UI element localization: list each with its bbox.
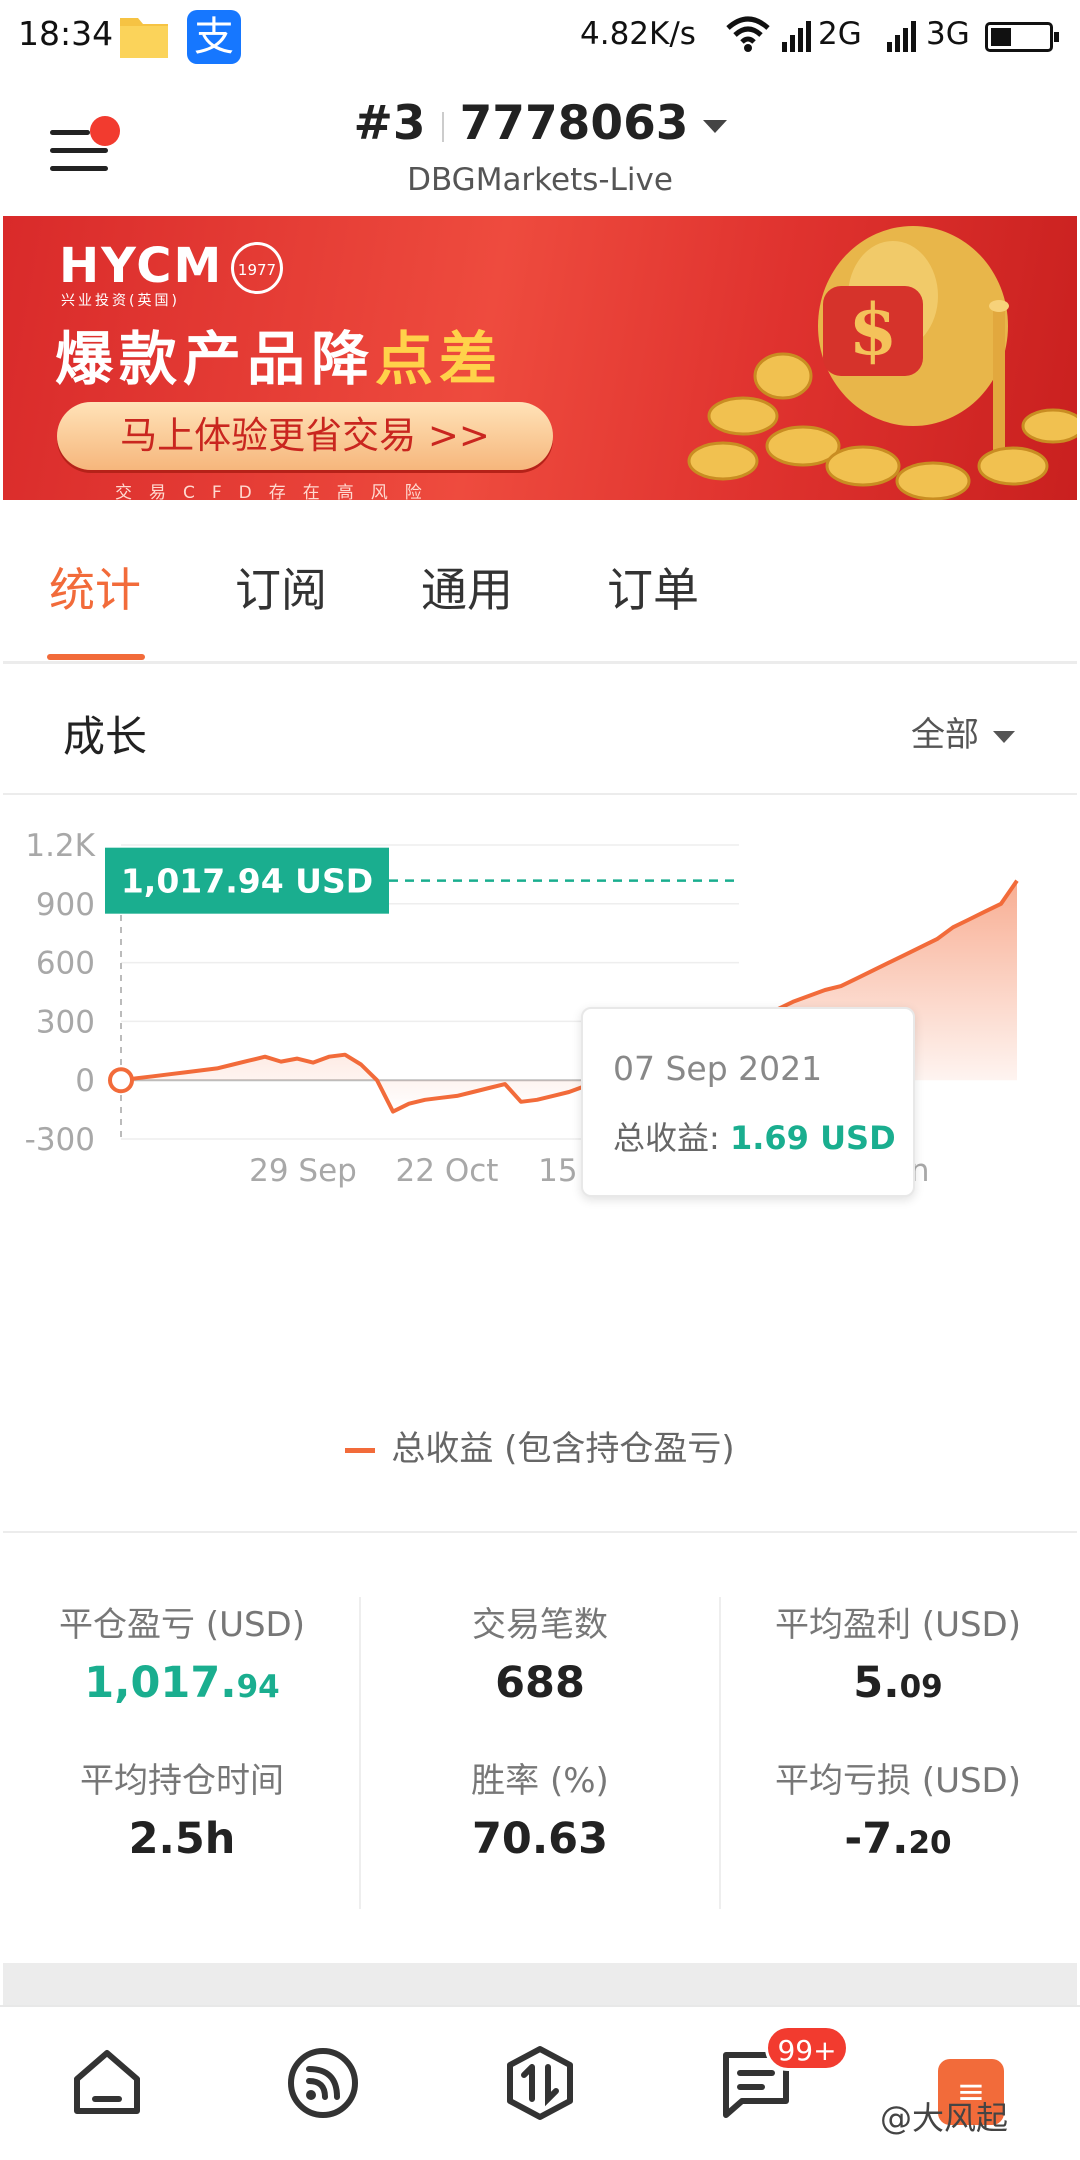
stat-value-frac: 20 [908, 1825, 952, 1861]
signal-bars-icon [782, 21, 811, 52]
stat-value-int: -7. [844, 1814, 909, 1864]
stat-avg-hold-time: 平均持仓时间 2.5h [3, 1753, 361, 1864]
status-time: 18:34 [18, 14, 114, 53]
growth-chart-svg: 1.2K9006003000-30029 Sep22 Oct15 Nov10 D… [25, 828, 1019, 1189]
folder-icon [120, 18, 168, 58]
tab-subscribe[interactable]: 订阅 [235, 554, 327, 620]
watermark: @大风起 [880, 2099, 1009, 2137]
active-tab-indicator [47, 654, 145, 660]
app-header: #3 7778063 DBGMarkets-Live [0, 74, 1080, 214]
stat-label: 平均持仓时间 [80, 1761, 284, 1801]
y-tick-label: 600 [36, 946, 95, 982]
unread-badge: 99+ [765, 2025, 849, 2071]
start-point-marker [108, 1067, 134, 1094]
account-separator [441, 111, 444, 142]
range-value: 全部 [911, 715, 979, 755]
y-tick-label: 300 [36, 1004, 95, 1040]
chart-tooltip: 07 Sep 2021 总收益: 1.69 USD [581, 1007, 915, 1197]
hycm-logo-subtitle: 兴业投资(英国) [61, 293, 180, 309]
stat-avg-loss: 平均亏损 (USD) -7.20 [719, 1753, 1077, 1864]
stat-value-frac: 09 [899, 1669, 943, 1705]
tab-orders[interactable]: 订单 [607, 554, 699, 620]
stat-value: 70.63 [471, 1814, 608, 1864]
stat-label: 平均盈利 (USD) [775, 1605, 1021, 1645]
stat-value-int: 1,017. [84, 1658, 237, 1708]
server-name: DBGMarkets-Live [407, 162, 673, 198]
banner-headline: 爆款产品降点差 [55, 312, 503, 396]
y-tick-label: 1.2K [25, 828, 95, 864]
tab-bar: 统计 订阅 通用 订单 [3, 502, 1077, 664]
x-tick-label: 29 Sep [249, 1153, 357, 1189]
stat-label: 胜率 (%) [471, 1761, 609, 1801]
stat-value: 5.09 [719, 1658, 1077, 1708]
current-value-label: 1,017.94 USD [121, 862, 373, 901]
stat-trade-count: 交易笔数 688 [361, 1597, 719, 1708]
svg-text:$: $ [849, 288, 898, 371]
account-prefix: #3 [353, 96, 426, 151]
y-tick-label: -300 [25, 1122, 95, 1158]
banner-headline-highlight: 点差 [375, 325, 504, 393]
banner-headline-main: 爆款产品降 [55, 325, 376, 393]
chevron-down-icon [993, 730, 1015, 743]
stat-value: 1,017.94 [3, 1658, 361, 1708]
stat-label: 交易笔数 [472, 1605, 608, 1645]
stat-value: -7.20 [719, 1814, 1077, 1864]
account-selector[interactable]: #3 7778063 [0, 96, 1080, 151]
y-tick-label: 900 [36, 887, 95, 923]
section-gap [3, 1963, 1077, 2005]
since-seal: 1977 [231, 242, 283, 294]
promo-banner[interactable]: HYCM 兴业投资(英国) 1977 爆款产品降点差 马上体验更省交易 >> 交… [3, 216, 1077, 500]
stat-win-rate: 胜率 (%) 70.63 [361, 1753, 719, 1864]
range-dropdown[interactable]: 全部 [911, 707, 1015, 756]
stats-panel: 平仓盈亏 (USD) 1,017.94 交易笔数 688 平均盈利 (USD) … [3, 1535, 1077, 1963]
wifi-icon [726, 16, 770, 52]
stat-value-frac: 94 [236, 1669, 280, 1705]
network-speed: 4.82K/s [580, 16, 696, 52]
alipay-icon: 支 [187, 10, 241, 64]
account-number: 7778063 [459, 96, 689, 151]
risk-warning: 交易CFD存在高风险 [115, 483, 439, 500]
home-icon[interactable] [67, 2043, 147, 2123]
coin-bag-illustration: $ [687, 226, 1077, 500]
stat-label: 平均亏损 (USD) [775, 1761, 1021, 1801]
status-bar: 18:34 支 4.82K/s 2G 3G [0, 0, 1080, 74]
sim2-network: 3G [926, 16, 970, 52]
stat-avg-profit: 平均盈利 (USD) 5.09 [719, 1597, 1077, 1708]
growth-chart[interactable]: 1.2K9006003000-30029 Sep22 Oct15 Nov10 D… [3, 797, 1077, 1533]
tooltip-row: 总收益: 1.69 USD [613, 1113, 896, 1159]
tooltip-date: 07 Sep 2021 [613, 1049, 823, 1088]
tooltip-label: 总收益: [613, 1119, 730, 1157]
growth-section-header: 成长 全部 [3, 667, 1077, 795]
stat-value-int: 5. [853, 1658, 900, 1708]
hycm-logo: HYCM [59, 238, 224, 294]
chevron-down-icon [702, 120, 727, 133]
sim1-network: 2G [818, 16, 862, 52]
tooltip-value: 1.69 USD [729, 1119, 896, 1157]
section-title: 成长 [63, 712, 148, 761]
stat-value: 688 [495, 1658, 585, 1708]
trade-icon[interactable] [500, 2043, 580, 2123]
legend-swatch [345, 1448, 376, 1453]
x-tick-label: 22 Oct [396, 1153, 499, 1189]
stat-label: 平仓盈亏 (USD) [59, 1605, 305, 1645]
y-tick-label: 0 [75, 1063, 95, 1099]
legend-label: 总收益 (包含持仓盈亏) [391, 1429, 735, 1469]
signal-bars-icon [887, 21, 916, 52]
signal-feed-icon[interactable] [283, 2043, 363, 2123]
stat-value: 2.5h [128, 1814, 236, 1864]
tab-general[interactable]: 通用 [421, 554, 513, 620]
tab-statistics[interactable]: 统计 [49, 554, 141, 620]
chart-legend[interactable]: 总收益 (包含持仓盈亏) [3, 1421, 1077, 1470]
battery-icon [985, 22, 1059, 52]
stat-closed-pl: 平仓盈亏 (USD) 1,017.94 [3, 1597, 361, 1708]
bottom-nav: 99+ ≡ @大风起 [0, 2005, 1080, 2160]
banner-cta-button[interactable]: 马上体验更省交易 >> [57, 402, 553, 470]
